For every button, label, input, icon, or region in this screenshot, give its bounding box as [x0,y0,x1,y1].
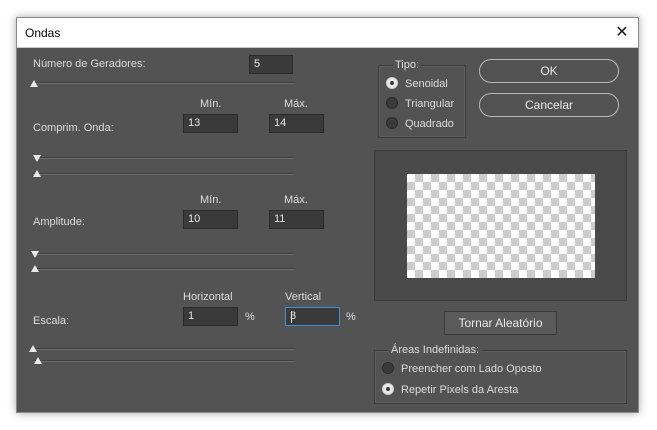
type-triangular-label[interactable]: Triangular [405,98,454,110]
generators-input[interactable]: 5 [249,55,293,74]
amplitude-min-slider-track[interactable] [33,253,295,255]
amplitude-max-slider-track[interactable] [33,268,295,270]
type-quadrado-label[interactable]: Quadrado [405,118,454,130]
amplitude-label: Amplitude: [33,216,85,228]
repeat-edge-pixels-radio[interactable] [382,383,394,395]
wavelength-min-slider-thumb[interactable] [33,155,41,162]
amplitude-max-input[interactable]: 11 [269,210,324,229]
amplitude-min-header: Mín. [200,194,222,206]
scale-vertical-unit: % [346,311,356,323]
scale-horizontal-slider-thumb[interactable] [29,345,37,352]
repeat-edge-pixels-label[interactable]: Repetir Pixels da Aresta [401,384,518,396]
generators-slider-track[interactable] [33,82,295,84]
scale-label: Escala: [33,315,70,327]
scale-horizontal-slider-track[interactable] [33,348,295,350]
type-senoidal-radio[interactable] [386,77,398,89]
type-group-title: Tipo: [393,59,422,71]
wavelength-max-slider-thumb[interactable] [33,170,41,177]
scale-horizontal-unit: % [245,311,255,323]
amplitude-min-slider-thumb[interactable] [31,251,39,258]
fill-opposite-side-label[interactable]: Preencher com Lado Oposto [401,363,542,375]
preview-image [407,174,595,278]
type-quadrado-radio[interactable] [386,117,398,129]
wavelength-min-slider-track[interactable] [33,157,295,159]
preview-panel [374,150,627,301]
wavelength-max-slider-track[interactable] [33,173,295,175]
title-bar: Ondas ✕ [17,18,638,48]
wavelength-min-input[interactable]: 13 [183,114,238,133]
amplitude-max-slider-thumb[interactable] [31,265,39,272]
waves-dialog: Ondas ✕ Número de Geradores: 5 Mín. Máx.… [16,17,639,413]
scale-horizontal-header: Horizontal [183,291,233,303]
wavelength-label: Comprim. Onda: [33,122,114,134]
scale-vertical-input[interactable]: 3 [285,307,340,326]
wavelength-max-input[interactable]: 14 [269,114,324,133]
randomize-button[interactable]: Tornar Aleatório [444,311,557,335]
amplitude-min-input[interactable]: 10 [183,210,238,229]
scale-vertical-slider-thumb[interactable] [34,357,42,364]
generators-label: Número de Geradores: [33,58,146,70]
wavelength-min-header: Mín. [200,98,222,110]
text-caret [291,311,292,323]
dialog-title: Ondas [25,26,61,40]
fill-opposite-side-radio[interactable] [382,362,394,374]
cancel-button[interactable]: Cancelar [479,93,619,117]
scale-horizontal-input[interactable]: 1 [183,307,238,326]
ok-button[interactable]: OK [479,59,619,83]
type-triangular-radio[interactable] [386,97,398,109]
generators-slider-thumb[interactable] [30,80,38,87]
undefined-areas-title: Áreas Indefinidas: [389,344,482,356]
amplitude-max-header: Máx. [284,194,308,206]
wavelength-max-header: Máx. [284,98,308,110]
type-senoidal-label[interactable]: Senoidal [405,78,448,90]
scale-vertical-slider-track[interactable] [33,360,295,362]
scale-vertical-header: Vertical [285,291,322,303]
close-icon[interactable]: ✕ [612,23,632,43]
